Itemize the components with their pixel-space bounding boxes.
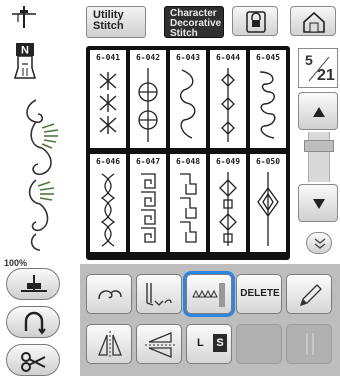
scissors-button[interactable] (6, 344, 60, 376)
stitch-code: 6-049 (215, 157, 241, 166)
twin-needle-icon (306, 333, 314, 355)
mirror-vertical-icon (98, 331, 122, 359)
twin-needle-button[interactable] (286, 324, 332, 364)
stitch-cell-6-049[interactable]: 6-049 (210, 154, 246, 252)
page-indicator: 5 21 (298, 48, 338, 88)
mirror-horizontal-icon (145, 332, 175, 358)
home-icon (303, 11, 325, 33)
stitch-preview (26, 99, 59, 251)
mirror-horizontal-button[interactable] (136, 324, 182, 364)
stitch-length-button[interactable]: L S (186, 324, 232, 364)
stitch-code: 6-047 (135, 157, 161, 166)
tab-utility-stitch[interactable]: Utility Stitch (86, 6, 146, 38)
triangle-up-icon (313, 107, 325, 117)
lock-button[interactable] (232, 6, 278, 36)
lock-icon (246, 11, 266, 33)
stitch-pattern-scroll-icon (179, 69, 196, 139)
stitch-code: 6-045 (255, 53, 281, 62)
delete-label: DELETE (240, 288, 280, 299)
foot-code: N (21, 45, 29, 57)
stitch-pattern-circle-cross-icon (138, 68, 158, 142)
stitch-code: 6-044 (215, 53, 241, 62)
blank-button (236, 324, 282, 364)
mirror-vertical-button[interactable] (86, 324, 132, 364)
stitch-length-long: L (197, 337, 204, 349)
thread-cutter-icon (24, 311, 46, 335)
stitch-cell-6-048[interactable]: 6-048 (170, 154, 206, 252)
stitch-length-short: S (213, 334, 227, 352)
presser-foot-icon: N (13, 43, 37, 79)
needle-stop-button[interactable] (6, 268, 60, 300)
delete-button[interactable]: DELETE (236, 274, 282, 314)
stitch-pattern-snowflake-icon (99, 72, 117, 134)
stitch-code: 6-043 (175, 53, 201, 62)
tab-character-decorative-stitch[interactable]: Character Decorative Stitch (164, 6, 224, 39)
stitch-code: 6-046 (95, 157, 121, 166)
stitch-pattern-greek-key-icon (141, 173, 156, 243)
single-stitch-button[interactable] (86, 274, 132, 314)
pencil-icon (299, 284, 322, 307)
edit-panel: DELETE L S (80, 264, 340, 376)
stitch-cell-6-042[interactable]: 6-042 (130, 50, 166, 148)
scroll-thumb[interactable] (304, 140, 334, 152)
stitch-cell-6-050[interactable]: 6-050 (250, 154, 286, 252)
scroll-down-button[interactable] (298, 184, 338, 222)
stitch-code: 6-048 (175, 157, 201, 166)
zoom-level: 100% (4, 258, 28, 268)
stitch-cell-6-041[interactable]: 6-041 (90, 50, 126, 148)
page-total: 21 (317, 67, 335, 84)
stitch-cell-6-045[interactable]: 6-045 (250, 50, 286, 148)
stitch-pattern-swirl-icon (259, 71, 276, 139)
home-button[interactable] (290, 6, 336, 36)
stitch-density-button[interactable] (186, 274, 232, 314)
double-chevron-down-icon (314, 238, 326, 249)
triangle-down-icon (313, 199, 325, 209)
stitch-cell-6-043[interactable]: 6-043 (170, 50, 206, 148)
stitch-code: 6-042 (135, 53, 161, 62)
stitch-cell-6-044[interactable]: 6-044 (210, 50, 246, 148)
stitch-pattern-diamond-vine-icon (221, 68, 235, 142)
stitch-density-icon (192, 283, 225, 307)
stitch-combination-button[interactable] (136, 274, 182, 314)
sewing-machine-screen: Utility Stitch Character Decorative Stit… (0, 0, 340, 376)
stitch-cell-6-047[interactable]: 6-047 (130, 154, 166, 252)
needle-stop-down-icon (21, 275, 47, 292)
stitch-pattern-knot-chain-icon (219, 172, 237, 246)
stitch-pattern-block-key-icon (180, 173, 197, 243)
scroll-up-button[interactable] (298, 92, 338, 130)
needle-position-icon[interactable] (10, 4, 38, 30)
more-options-button[interactable] (306, 232, 332, 254)
single-stitch-icon (98, 290, 122, 300)
tab-character-line3: Stitch (170, 28, 198, 39)
stitch-code: 6-041 (95, 53, 121, 62)
stitch-code: 6-050 (255, 157, 281, 166)
stitch-combination-icon (146, 283, 172, 306)
edit-button[interactable] (286, 274, 332, 314)
stitch-grid: 6-041 6-042 6-043 6-044 6-045 6-046 6-04… (86, 46, 290, 260)
stitch-pattern-diamond-loops-icon (257, 172, 279, 246)
stitch-pattern-braid-icon (100, 173, 116, 247)
tab-utility-line2: Stitch (93, 20, 124, 32)
scissors-icon (21, 352, 46, 372)
stitch-cell-6-046[interactable]: 6-046 (90, 154, 126, 252)
thread-cutter-button[interactable] (6, 306, 60, 338)
